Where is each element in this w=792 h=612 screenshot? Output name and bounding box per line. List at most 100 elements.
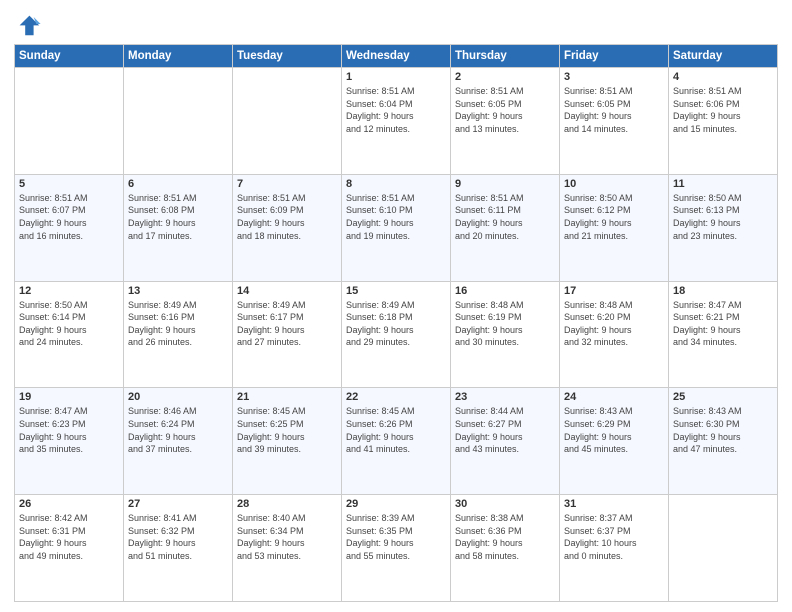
day-number: 26 xyxy=(19,498,119,510)
calendar-cell: 31Sunrise: 8:37 AM Sunset: 6:37 PM Dayli… xyxy=(560,495,669,602)
calendar-cell: 6 Sunrise: 8:51 AM Sunset: 6:08 PM Daylig… xyxy=(124,174,233,281)
calendar-cell: 18 Sunrise: 8:47 AM Sunset: 6:21 PM Dayli… xyxy=(669,281,778,388)
day-number: 12 xyxy=(19,285,119,297)
calendar-cell: 11 Sunrise: 8:50 AM Sunset: 6:13 PM Dayli… xyxy=(669,174,778,281)
calendar-cell: 7Sunrise: 8:51 AM Sunset: 6:09 PM Daylig… xyxy=(233,174,342,281)
calendar-cell: 5 Sunrise: 8:51 AM Sunset: 6:07 PM Daylig… xyxy=(15,174,124,281)
calendar-cell: 8 Sunrise: 8:51 AM Sunset: 6:10 PM Daylig… xyxy=(342,174,451,281)
day-info: Sunrise: 8:47 AM Sunset: 6:23 PM Dayligh… xyxy=(19,405,119,455)
day-info: Sunrise: 8:41 AM Sunset: 6:32 PM Dayligh… xyxy=(128,512,228,562)
calendar-cell: 28Sunrise: 8:40 AM Sunset: 6:34 PM Dayli… xyxy=(233,495,342,602)
weekday-header-row: SundayMondayTuesdayWednesdayThursdayFrid… xyxy=(15,45,778,68)
day-info: Sunrise: 8:51 AM Sunset: 6:06 PM Dayligh… xyxy=(673,85,773,135)
calendar-cell: 13 Sunrise: 8:49 AM Sunset: 6:16 PM Dayli… xyxy=(124,281,233,388)
day-info: Sunrise: 8:49 AM Sunset: 6:18 PM Dayligh… xyxy=(346,299,446,349)
day-info: Sunrise: 8:51 AM Sunset: 6:10 PM Dayligh… xyxy=(346,192,446,242)
calendar-cell: 19 Sunrise: 8:47 AM Sunset: 6:23 PM Dayli… xyxy=(15,388,124,495)
calendar-cell: 4Sunrise: 8:51 AM Sunset: 6:06 PM Daylig… xyxy=(669,68,778,175)
day-number: 6 xyxy=(128,178,228,190)
calendar-table: SundayMondayTuesdayWednesdayThursdayFrid… xyxy=(14,44,778,602)
day-info: Sunrise: 8:47 AM Sunset: 6:21 PM Dayligh… xyxy=(673,299,773,349)
weekday-header-saturday: Saturday xyxy=(669,45,778,68)
day-number: 8 xyxy=(346,178,446,190)
day-info: Sunrise: 8:49 AM Sunset: 6:16 PM Dayligh… xyxy=(128,299,228,349)
calendar-cell: 1 Sunrise: 8:51 AM Sunset: 6:04 PM Daylig… xyxy=(342,68,451,175)
day-number: 29 xyxy=(346,498,446,510)
calendar-cell: 10 Sunrise: 8:50 AM Sunset: 6:12 PM Dayli… xyxy=(560,174,669,281)
weekday-header-monday: Monday xyxy=(124,45,233,68)
weekday-header-tuesday: Tuesday xyxy=(233,45,342,68)
day-info: Sunrise: 8:46 AM Sunset: 6:24 PM Dayligh… xyxy=(128,405,228,455)
weekday-header-friday: Friday xyxy=(560,45,669,68)
calendar-cell: 21 Sunrise: 8:45 AM Sunset: 6:25 PM Dayli… xyxy=(233,388,342,495)
day-number: 10 xyxy=(564,178,664,190)
day-info: Sunrise: 8:51 AM Sunset: 6:08 PM Dayligh… xyxy=(128,192,228,242)
day-number: 30 xyxy=(455,498,555,510)
day-info: Sunrise: 8:51 AM Sunset: 6:11 PM Dayligh… xyxy=(455,192,555,242)
day-number: 13 xyxy=(128,285,228,297)
day-number: 20 xyxy=(128,391,228,403)
day-info: Sunrise: 8:43 AM Sunset: 6:30 PM Dayligh… xyxy=(673,405,773,455)
day-number: 15 xyxy=(346,285,446,297)
day-number: 31 xyxy=(564,498,664,510)
calendar-cell: 25 Sunrise: 8:43 AM Sunset: 6:30 PM Dayli… xyxy=(669,388,778,495)
calendar-cell: 23 Sunrise: 8:44 AM Sunset: 6:27 PM Dayli… xyxy=(451,388,560,495)
day-info: Sunrise: 8:50 AM Sunset: 6:13 PM Dayligh… xyxy=(673,192,773,242)
calendar-cell: 27 Sunrise: 8:41 AM Sunset: 6:32 PM Dayli… xyxy=(124,495,233,602)
day-number: 25 xyxy=(673,391,773,403)
day-number: 7 xyxy=(237,178,337,190)
week-row-4: 19 Sunrise: 8:47 AM Sunset: 6:23 PM Dayli… xyxy=(15,388,778,495)
weekday-header-thursday: Thursday xyxy=(451,45,560,68)
day-info: Sunrise: 8:51 AM Sunset: 6:04 PM Dayligh… xyxy=(346,85,446,135)
day-info: Sunrise: 8:39 AM Sunset: 6:35 PM Dayligh… xyxy=(346,512,446,562)
calendar-cell: 29 Sunrise: 8:39 AM Sunset: 6:35 PM Dayli… xyxy=(342,495,451,602)
day-number: 23 xyxy=(455,391,555,403)
calendar-cell xyxy=(15,68,124,175)
page: SundayMondayTuesdayWednesdayThursdayFrid… xyxy=(0,0,792,612)
day-info: Sunrise: 8:38 AM Sunset: 6:36 PM Dayligh… xyxy=(455,512,555,562)
day-info: Sunrise: 8:50 AM Sunset: 6:12 PM Dayligh… xyxy=(564,192,664,242)
day-info: Sunrise: 8:42 AM Sunset: 6:31 PM Dayligh… xyxy=(19,512,119,562)
week-row-1: 1 Sunrise: 8:51 AM Sunset: 6:04 PM Daylig… xyxy=(15,68,778,175)
calendar-cell: 16Sunrise: 8:48 AM Sunset: 6:19 PM Dayli… xyxy=(451,281,560,388)
day-number: 9 xyxy=(455,178,555,190)
calendar-cell: 15 Sunrise: 8:49 AM Sunset: 6:18 PM Dayli… xyxy=(342,281,451,388)
header xyxy=(14,10,778,38)
calendar-cell xyxy=(233,68,342,175)
day-number: 5 xyxy=(19,178,119,190)
calendar-cell: 26 Sunrise: 8:42 AM Sunset: 6:31 PM Dayli… xyxy=(15,495,124,602)
day-number: 1 xyxy=(346,71,446,83)
calendar-cell: 20 Sunrise: 8:46 AM Sunset: 6:24 PM Dayli… xyxy=(124,388,233,495)
day-number: 27 xyxy=(128,498,228,510)
day-number: 3 xyxy=(564,71,664,83)
weekday-header-sunday: Sunday xyxy=(15,45,124,68)
week-row-3: 12 Sunrise: 8:50 AM Sunset: 6:14 PM Dayli… xyxy=(15,281,778,388)
day-number: 22 xyxy=(346,391,446,403)
day-info: Sunrise: 8:51 AM Sunset: 6:05 PM Dayligh… xyxy=(455,85,555,135)
day-info: Sunrise: 8:44 AM Sunset: 6:27 PM Dayligh… xyxy=(455,405,555,455)
day-info: Sunrise: 8:51 AM Sunset: 6:05 PM Dayligh… xyxy=(564,85,664,135)
day-info: Sunrise: 8:51 AM Sunset: 6:07 PM Dayligh… xyxy=(19,192,119,242)
calendar-cell: 3 Sunrise: 8:51 AM Sunset: 6:05 PM Daylig… xyxy=(560,68,669,175)
day-info: Sunrise: 8:48 AM Sunset: 6:20 PM Dayligh… xyxy=(564,299,664,349)
logo-icon xyxy=(14,10,42,38)
day-info: Sunrise: 8:50 AM Sunset: 6:14 PM Dayligh… xyxy=(19,299,119,349)
day-info: Sunrise: 8:49 AM Sunset: 6:17 PM Dayligh… xyxy=(237,299,337,349)
day-number: 19 xyxy=(19,391,119,403)
day-number: 11 xyxy=(673,178,773,190)
calendar-cell: 30 Sunrise: 8:38 AM Sunset: 6:36 PM Dayli… xyxy=(451,495,560,602)
day-number: 14 xyxy=(237,285,337,297)
calendar-cell: 9 Sunrise: 8:51 AM Sunset: 6:11 PM Daylig… xyxy=(451,174,560,281)
day-number: 21 xyxy=(237,391,337,403)
weekday-header-wednesday: Wednesday xyxy=(342,45,451,68)
day-info: Sunrise: 8:40 AM Sunset: 6:34 PM Dayligh… xyxy=(237,512,337,562)
day-info: Sunrise: 8:45 AM Sunset: 6:26 PM Dayligh… xyxy=(346,405,446,455)
day-info: Sunrise: 8:48 AM Sunset: 6:19 PM Dayligh… xyxy=(455,299,555,349)
calendar-cell: 12 Sunrise: 8:50 AM Sunset: 6:14 PM Dayli… xyxy=(15,281,124,388)
calendar-cell xyxy=(124,68,233,175)
day-number: 18 xyxy=(673,285,773,297)
calendar-cell: 17Sunrise: 8:48 AM Sunset: 6:20 PM Dayli… xyxy=(560,281,669,388)
day-info: Sunrise: 8:45 AM Sunset: 6:25 PM Dayligh… xyxy=(237,405,337,455)
calendar-cell xyxy=(669,495,778,602)
calendar-cell: 2Sunrise: 8:51 AM Sunset: 6:05 PM Daylig… xyxy=(451,68,560,175)
